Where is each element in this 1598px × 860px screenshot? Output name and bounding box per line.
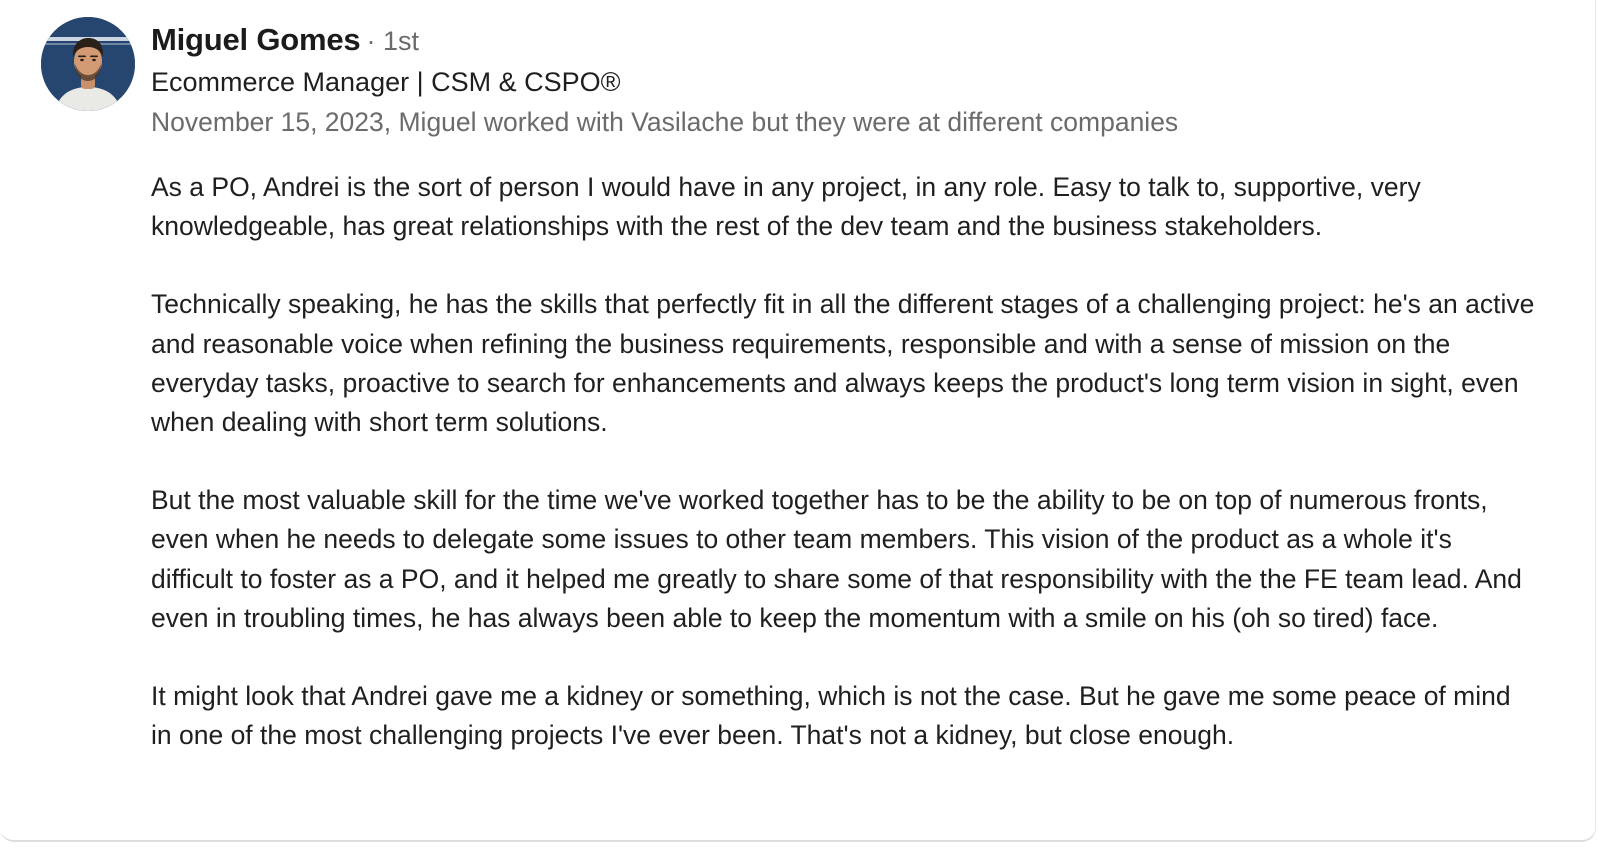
- author-avatar[interactable]: [41, 17, 135, 111]
- recommendation-card: Miguel Gomes · 1st Ecommerce Manager | CS…: [0, 0, 1596, 842]
- connection-degree-badge: · 1st: [366, 26, 419, 56]
- author-headline: Ecommerce Manager | CSM & CSPO®: [151, 67, 621, 97]
- recommendation-paragraph: As a PO, Andrei is the sort of person I …: [151, 172, 1421, 242]
- recommendation-text: As a PO, Andrei is the sort of person I …: [151, 168, 1536, 755]
- recommendation-paragraph: Technically speaking, he has the skills …: [151, 289, 1535, 438]
- author-name[interactable]: Miguel Gomes: [151, 22, 361, 57]
- author-name-row: Miguel Gomes · 1st: [151, 22, 419, 58]
- relationship-context: November 15, 2023, Miguel worked with Va…: [151, 107, 1179, 137]
- profile-photo-icon: [41, 17, 135, 111]
- recommendation-paragraph: It might look that Andrei gave me a kidn…: [151, 681, 1511, 751]
- recommendation-paragraph: But the most valuable skill for the time…: [151, 485, 1522, 633]
